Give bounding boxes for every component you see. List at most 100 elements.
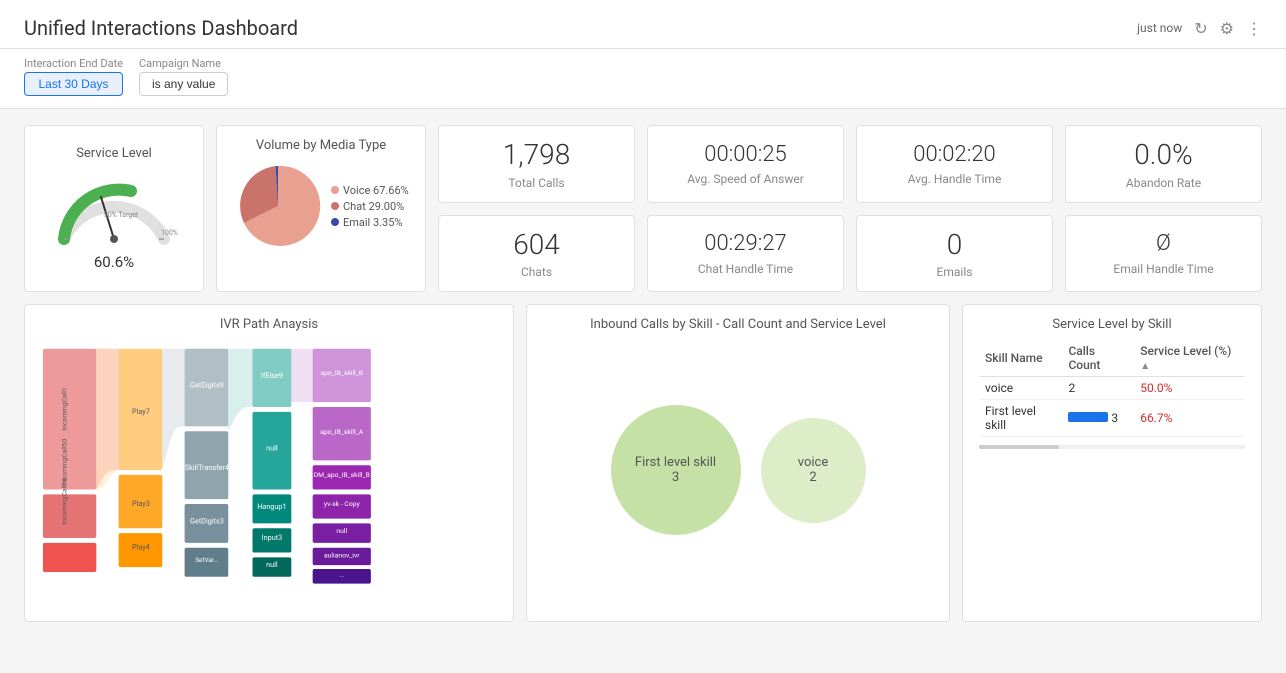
total-calls-value: 1,798 xyxy=(503,138,571,172)
bubble-voice: voice 2 xyxy=(761,418,866,523)
email-handle-value: Ø xyxy=(1156,231,1171,257)
filter-icon[interactable]: ⚙ xyxy=(1220,19,1234,38)
ivr-title: IVR Path Anaysis xyxy=(41,317,497,332)
interaction-end-date-group: Interaction End Date Last 30 Days xyxy=(24,57,123,96)
chat-dot xyxy=(331,202,339,210)
col-calls-count[interactable]: Calls Count xyxy=(1062,340,1134,377)
interaction-end-date-button[interactable]: Last 30 Days xyxy=(24,72,123,96)
legend-voice: Voice 67.66% xyxy=(331,184,409,197)
svg-text:Play4: Play4 xyxy=(132,543,150,552)
skill-level-card: Service Level by Skill Skill Name Calls … xyxy=(962,304,1262,622)
ivr-card: IVR Path Anaysis IncomingCall1 IncomingC… xyxy=(24,304,514,622)
email-handle-card: Ø Email Handle Time xyxy=(1065,215,1262,293)
avg-speed-value: 00:00:25 xyxy=(704,142,786,168)
skill-table: Skill Name Calls Count Service Level (%)… xyxy=(979,340,1245,437)
skill-bar-first xyxy=(1068,412,1108,422)
email-label: Email 3.35% xyxy=(343,216,402,229)
col-skill-name[interactable]: Skill Name xyxy=(979,340,1062,377)
svg-text:Play3: Play3 xyxy=(132,499,150,508)
bubble-voice-label: voice xyxy=(798,455,828,470)
media-type-title: Volume by Media Type xyxy=(233,138,409,153)
bubble-first-level-label: First level skill xyxy=(635,455,716,470)
svg-text:apo_IB_skill_A: apo_IB_skill_A xyxy=(320,428,363,436)
top-section: Service Level 50% Target 100% 60.6% xyxy=(24,125,1262,292)
abandon-rate-label: Abandon Rate xyxy=(1126,176,1201,190)
svg-text:null: null xyxy=(336,527,347,535)
pie-chart xyxy=(233,161,323,251)
svg-text:IncomingCall1: IncomingCall1 xyxy=(60,387,68,430)
avg-handle-value: 00:02:20 xyxy=(913,142,995,168)
chats-value: 604 xyxy=(513,228,560,262)
service-level-first: 66.7% xyxy=(1134,400,1245,437)
campaign-name-button[interactable]: is any value xyxy=(139,72,228,96)
svg-text:IncomingCall16: IncomingCall16 xyxy=(60,478,68,525)
svg-text:...: ... xyxy=(339,573,344,579)
skill-name-voice: voice xyxy=(979,377,1062,400)
legend-chat: Chat 29.00% xyxy=(331,200,409,213)
svg-text:aulianov_ivr: aulianov_ivr xyxy=(324,552,360,560)
chat-label: Chat 29.00% xyxy=(343,200,404,213)
media-type-card: Volume by Media Type Voice 67.66% xyxy=(216,125,426,292)
svg-text:yv-sk - Copy: yv-sk - Copy xyxy=(324,500,361,508)
emails-label: Emails xyxy=(937,265,973,279)
skill-name-first: First level skill xyxy=(979,400,1062,437)
chat-handle-card: 00:29:27 Chat Handle Time xyxy=(647,215,844,293)
svg-text:SkillTransfer4: SkillTransfer4 xyxy=(185,463,229,472)
media-type-inner: Voice 67.66% Chat 29.00% Email 3.35% xyxy=(233,161,409,251)
svg-text:50% Target: 50% Target xyxy=(104,211,139,219)
svg-text:Play7: Play7 xyxy=(132,407,150,416)
campaign-name-group: Campaign Name is any value xyxy=(139,57,228,96)
skill-table-scroll[interactable]: Skill Name Calls Count Service Level (%)… xyxy=(979,340,1245,437)
skill-level-title: Service Level by Skill xyxy=(979,317,1245,332)
bubble-first-level-count: 3 xyxy=(672,470,679,485)
campaign-name-label: Campaign Name xyxy=(139,57,228,70)
service-level-value: 60.6% xyxy=(94,253,134,271)
bottom-section: IVR Path Anaysis IncomingCall1 IncomingC… xyxy=(24,304,1262,622)
total-calls-card: 1,798 Total Calls xyxy=(438,125,635,203)
inbound-card: Inbound Calls by Skill - Call Count and … xyxy=(526,304,950,622)
avg-speed-label: Avg. Speed of Answer xyxy=(687,172,804,186)
table-row: voice 2 50.0% xyxy=(979,377,1245,400)
header: Unified Interactions Dashboard just now … xyxy=(0,0,1286,49)
media-type-legend: Voice 67.66% Chat 29.00% Email 3.35% xyxy=(331,184,409,229)
email-handle-label: Email Handle Time xyxy=(1113,262,1213,276)
timestamp: just now xyxy=(1137,21,1182,35)
gauge-svg: 50% Target 100% xyxy=(49,169,179,249)
svg-text:Hangup1: Hangup1 xyxy=(257,502,286,511)
legend-email: Email 3.35% xyxy=(331,216,409,229)
scroll-indicator xyxy=(979,445,1245,449)
svg-text:GetDigits9: GetDigits9 xyxy=(190,381,224,390)
avg-speed-card: 00:00:25 Avg. Speed of Answer xyxy=(647,125,844,203)
page-title: Unified Interactions Dashboard xyxy=(24,16,298,40)
filters-bar: Interaction End Date Last 30 Days Campai… xyxy=(0,49,1286,109)
abandon-rate-card: 0.0% Abandon Rate xyxy=(1065,125,1262,203)
bubble-first-level: First level skill 3 xyxy=(611,405,741,535)
service-level-voice: 50.0% xyxy=(1134,377,1245,400)
scroll-thumb[interactable] xyxy=(979,445,1059,449)
inbound-title: Inbound Calls by Skill - Call Count and … xyxy=(543,317,933,332)
refresh-icon[interactable]: ↻ xyxy=(1194,19,1207,38)
svg-text:null: null xyxy=(266,444,278,453)
chat-handle-label: Chat Handle Time xyxy=(698,262,793,276)
svg-text:GetDigits3: GetDigits3 xyxy=(190,517,224,526)
total-calls-label: Total Calls xyxy=(508,176,564,190)
svg-text:SetVar...: SetVar... xyxy=(195,556,219,564)
svg-text:DM_apo_IB_skill_B: DM_apo_IB_skill_B xyxy=(314,471,370,479)
voice-label: Voice 67.66% xyxy=(343,184,409,197)
table-row: First level skill 3 66.7% xyxy=(979,400,1245,437)
calls-count-first: 3 xyxy=(1062,400,1134,437)
svg-text:null: null xyxy=(266,560,278,569)
svg-text:100%: 100% xyxy=(161,229,178,237)
sort-icon: ▲ xyxy=(1140,361,1150,372)
abandon-rate-value: 0.0% xyxy=(1134,138,1192,172)
bubble-chart: First level skill 3 voice 2 xyxy=(543,340,933,600)
emails-value: 0 xyxy=(947,228,963,262)
avg-handle-card: 00:02:20 Avg. Handle Time xyxy=(856,125,1053,203)
interaction-end-date-label: Interaction End Date xyxy=(24,57,123,70)
ivr-sankey: IncomingCall1 IncomingCall50 IncomingCal… xyxy=(41,340,497,605)
col-service-level[interactable]: Service Level (%) ▲ xyxy=(1134,340,1245,377)
chat-handle-value: 00:29:27 xyxy=(704,231,786,257)
service-level-title: Service Level xyxy=(76,146,152,161)
voice-dot xyxy=(331,186,339,194)
more-icon[interactable]: ⋮ xyxy=(1246,19,1262,38)
